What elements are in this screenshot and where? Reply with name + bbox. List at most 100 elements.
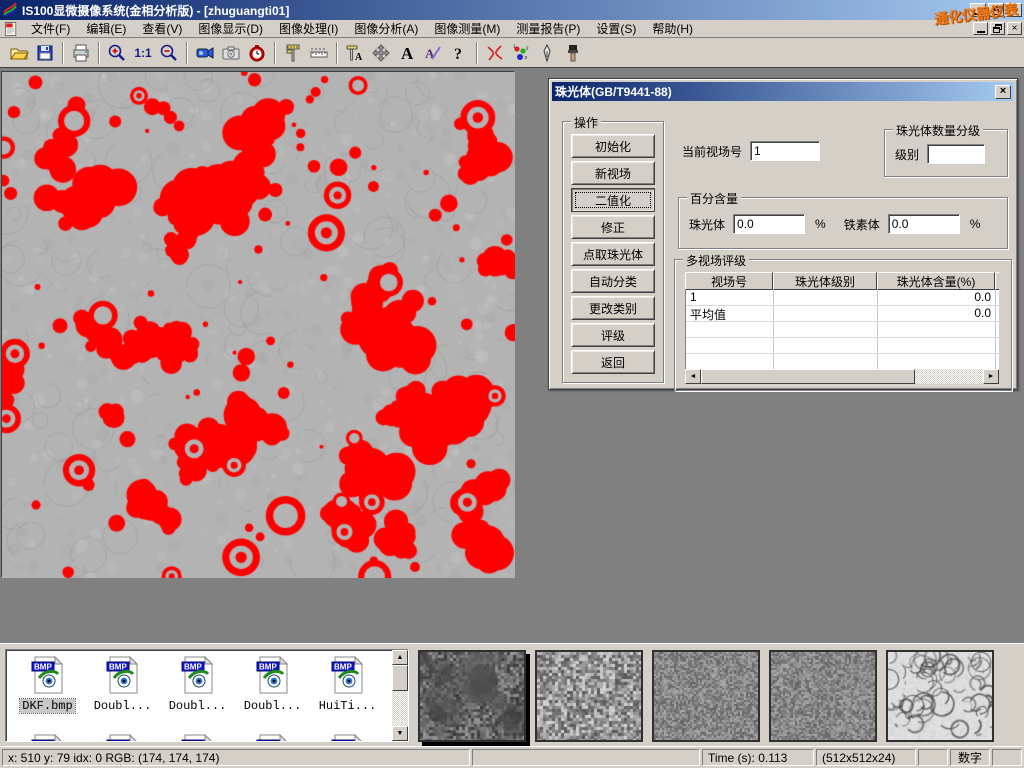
- scroll-up-button[interactable]: ▲: [392, 650, 408, 665]
- mdi-restore-button[interactable]: [990, 22, 1005, 35]
- op-button-8[interactable]: 返回: [571, 350, 655, 374]
- brush-button[interactable]: [560, 41, 586, 65]
- zoom-in-button[interactable]: [104, 41, 130, 65]
- table-header-0[interactable]: 视场号: [685, 272, 773, 290]
- table-header-1[interactable]: 珠光体级别: [773, 272, 877, 290]
- dialog-title-bar[interactable]: 珠光体(GB/T9441-88) ×: [552, 82, 1014, 101]
- zoom-out-button[interactable]: [156, 41, 182, 65]
- table-cell: [996, 338, 999, 353]
- thumbnail-strip: [418, 650, 1003, 742]
- hscroll-track[interactable]: [701, 369, 983, 384]
- actual-size-button[interactable]: 1:1: [130, 41, 156, 65]
- mdi-close-button[interactable]: ×: [1007, 22, 1022, 35]
- thumbnail-4[interactable]: [886, 650, 994, 742]
- bmp-file-icon: BMP: [331, 734, 365, 742]
- open-button[interactable]: [6, 41, 32, 65]
- file-item-row2-3[interactable]: BMP: [235, 734, 310, 742]
- table-header-2[interactable]: 珠光体含量(%): [877, 272, 995, 290]
- menu-item-1[interactable]: 编辑(E): [78, 19, 134, 38]
- thumbnail-2[interactable]: [652, 650, 760, 742]
- file-item-3[interactable]: BMPDoubl...: [235, 656, 310, 713]
- file-item-row2-2[interactable]: BMP: [160, 734, 235, 742]
- file-item-0[interactable]: BMPDKF.bmp: [10, 656, 85, 713]
- file-item-row2-0[interactable]: BMP: [10, 734, 85, 742]
- scroll-down-button[interactable]: ▼: [392, 726, 408, 741]
- pearlite-percent-input[interactable]: [733, 214, 805, 234]
- table-header-3[interactable]: 铁素体含量(%): [995, 272, 999, 290]
- pen-button[interactable]: [534, 41, 560, 65]
- menu-item-4[interactable]: 图像处理(I): [271, 19, 346, 38]
- table-row[interactable]: 10.0: [686, 290, 999, 306]
- current-view-row: 当前视场号: [682, 141, 820, 161]
- menu-item-8[interactable]: 设置(S): [588, 19, 644, 38]
- table-row[interactable]: 平均值0.0: [686, 306, 999, 322]
- scroll-left-button[interactable]: ◄: [685, 369, 701, 384]
- file-item-4[interactable]: BMPHuiTi...: [310, 656, 385, 713]
- op-button-1[interactable]: 新视场: [571, 161, 655, 185]
- document-icon[interactable]: [3, 21, 19, 37]
- thumbnail-0[interactable]: [418, 650, 526, 742]
- classify-dots-button[interactable]: 123: [508, 41, 534, 65]
- file-name: HuiTi...: [317, 699, 379, 713]
- file-list-vscrollbar[interactable]: ▲ ▼: [392, 650, 408, 741]
- op-button-4[interactable]: 点取珠光体: [571, 242, 655, 266]
- help-button[interactable]: ?: [446, 41, 472, 65]
- text-style-button[interactable]: A: [420, 41, 446, 65]
- scroll-right-button[interactable]: ►: [983, 369, 999, 384]
- camera-button[interactable]: [218, 41, 244, 65]
- percent-group: 百分含量 珠光体 % 铁素体 %: [678, 197, 1008, 249]
- brush-icon: [563, 43, 583, 63]
- ferrite-percent-input[interactable]: [888, 214, 960, 234]
- file-item-row2-4[interactable]: BMP: [310, 734, 385, 742]
- table-row[interactable]: [686, 354, 999, 370]
- svg-text:BMP: BMP: [259, 741, 277, 743]
- caliper-button[interactable]: [280, 41, 306, 65]
- menu-item-7[interactable]: 测量报告(P): [508, 19, 588, 38]
- table-cell: [686, 354, 774, 369]
- save-button[interactable]: [32, 41, 58, 65]
- vscroll-thumb[interactable]: [392, 665, 408, 691]
- table-row[interactable]: [686, 338, 999, 354]
- menu-item-3[interactable]: 图像显示(D): [190, 19, 271, 38]
- op-button-0[interactable]: 初始化: [571, 134, 655, 158]
- table-hscrollbar[interactable]: ◄ ►: [685, 369, 999, 384]
- percent-group-label: 百分含量: [687, 190, 741, 207]
- grade-input[interactable]: [927, 144, 985, 164]
- op-button-5[interactable]: 自动分类: [571, 269, 655, 293]
- thumbnail-1[interactable]: [535, 650, 643, 742]
- file-item-1[interactable]: BMPDoubl...: [85, 656, 160, 713]
- op-button-7[interactable]: 评级: [571, 323, 655, 347]
- menu-item-2[interactable]: 查看(V): [134, 19, 190, 38]
- dialog-close-button[interactable]: ×: [995, 85, 1011, 99]
- vscroll-track[interactable]: [392, 665, 408, 726]
- ruler-button[interactable]: [306, 41, 332, 65]
- ferrite-percent-unit: %: [970, 217, 981, 231]
- op-button-3[interactable]: 修正: [571, 215, 655, 239]
- metallographic-image[interactable]: [2, 72, 515, 578]
- measure-annotate-button[interactable]: A: [342, 41, 368, 65]
- move-button[interactable]: [368, 41, 394, 65]
- menu-item-0[interactable]: 文件(F): [23, 19, 78, 38]
- table-cell: 0.0: [878, 306, 996, 321]
- hscroll-thumb[interactable]: [701, 369, 915, 384]
- table-cell: [686, 338, 774, 353]
- menu-item-6[interactable]: 图像测量(M): [426, 19, 508, 38]
- toolbar-separator: [62, 42, 64, 64]
- file-item-row2-1[interactable]: BMP: [85, 734, 160, 742]
- op-button-2[interactable]: 二值化: [571, 188, 655, 212]
- print-icon: [71, 43, 91, 63]
- thumbnail-3[interactable]: [769, 650, 877, 742]
- menu-item-5[interactable]: 图像分析(A): [346, 19, 426, 38]
- current-view-input[interactable]: [750, 141, 820, 161]
- menu-item-9[interactable]: 帮助(H): [644, 19, 701, 38]
- timer-button[interactable]: [244, 41, 270, 65]
- curve-tool-button[interactable]: [482, 41, 508, 65]
- mdi-minimize-icon: [977, 31, 985, 33]
- table-cell: [996, 306, 999, 321]
- text-button[interactable]: A: [394, 41, 420, 65]
- video-camera-button[interactable]: [192, 41, 218, 65]
- table-row[interactable]: [686, 322, 999, 338]
- file-item-2[interactable]: BMPDoubl...: [160, 656, 235, 713]
- print-button[interactable]: [68, 41, 94, 65]
- op-button-6[interactable]: 更改类别: [571, 296, 655, 320]
